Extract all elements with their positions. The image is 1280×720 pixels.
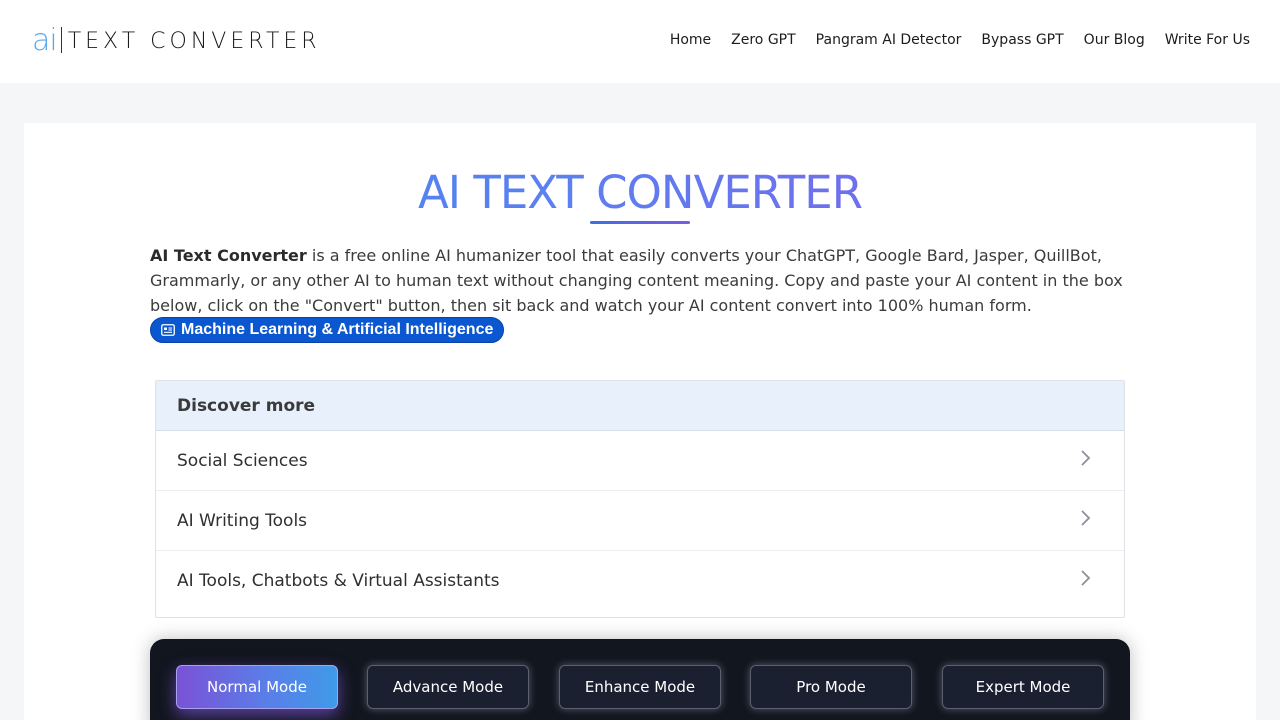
chevron-right-icon	[1081, 509, 1091, 526]
page-title: AI TEXT CONVERTER	[0, 166, 1280, 219]
site-logo[interactable]: ai TEXT CONVERTER	[32, 22, 321, 56]
intro-paragraph: AI Text Converter is a free online AI hu…	[150, 243, 1130, 318]
enhance-mode-button[interactable]: Enhance Mode	[559, 665, 721, 709]
discover-item-label: AI Writing Tools	[177, 510, 308, 531]
discover-item-social-sciences[interactable]: Social Sciences	[156, 431, 1124, 491]
title-underline	[590, 221, 690, 224]
nav-pangram-ai-detector[interactable]: Pangram AI Detector	[816, 32, 962, 48]
article-icon	[161, 324, 175, 336]
main-nav: Home Zero GPT Pangram AI Detector Bypass…	[670, 32, 1250, 48]
intro-brand: AI Text Converter	[150, 246, 307, 265]
normal-mode-button[interactable]: Normal Mode	[176, 665, 338, 709]
expert-mode-button[interactable]: Expert Mode	[942, 665, 1104, 709]
topic-chip[interactable]: Machine Learning & Artificial Intelligen…	[150, 317, 505, 343]
nav-zero-gpt[interactable]: Zero GPT	[731, 32, 796, 48]
chevron-right-icon	[1081, 570, 1091, 586]
logo-text: TEXT CONVERTER	[67, 29, 321, 54]
chevron-right-icon	[1081, 449, 1091, 466]
advance-mode-button[interactable]: Advance Mode	[367, 665, 529, 709]
nav-home[interactable]: Home	[670, 32, 711, 48]
topic-chip-label: Machine Learning & Artificial Intelligen…	[181, 321, 494, 338]
nav-our-blog[interactable]: Our Blog	[1084, 32, 1145, 48]
logo-divider	[60, 27, 62, 53]
discover-item-ai-writing-tools[interactable]: AI Writing Tools	[156, 491, 1124, 551]
discover-item-label: AI Tools, Chatbots & Virtual Assistants	[177, 571, 500, 591]
nav-bypass-gpt[interactable]: Bypass GPT	[981, 32, 1063, 48]
discover-item-label: Social Sciences	[177, 450, 308, 471]
logo-mark: ai	[32, 23, 58, 58]
discover-item-ai-tools-chatbots[interactable]: AI Tools, Chatbots & Virtual Assistants	[156, 551, 1124, 611]
pro-mode-button[interactable]: Pro Mode	[750, 665, 912, 709]
mode-selector-panel: Normal Mode Advance Mode Enhance Mode Pr…	[150, 639, 1130, 720]
nav-write-for-us[interactable]: Write For Us	[1165, 32, 1250, 48]
site-header: ai TEXT CONVERTER Home Zero GPT Pangram …	[0, 0, 1280, 83]
discover-more-panel: Discover more Social Sciences AI Writing…	[155, 380, 1125, 618]
discover-more-heading: Discover more	[156, 381, 1124, 431]
